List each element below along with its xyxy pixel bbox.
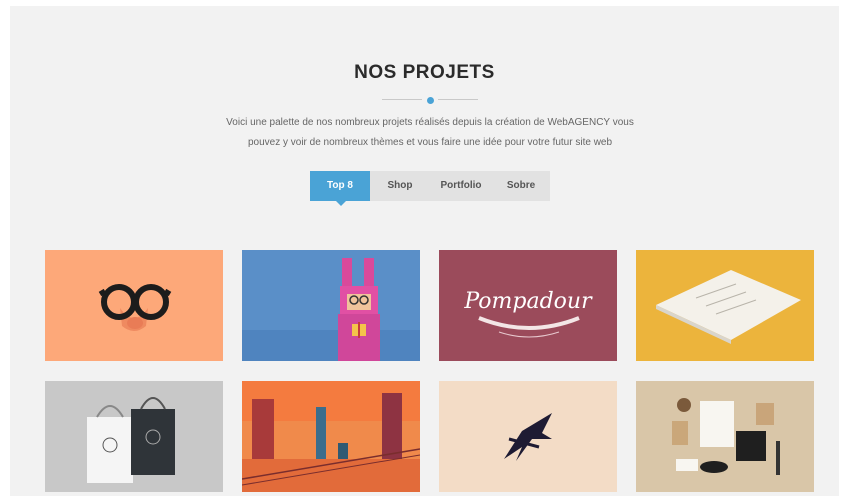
divider-dot-icon [427,97,434,104]
tab-portfolio[interactable]: Portfolio [430,171,492,201]
city-sunset-illustration-icon [242,381,420,492]
stationery-paper-mockup-icon [636,250,814,361]
description-line-1: Voici une palette de nos nombreux projet… [226,117,634,128]
pompadour-logo-text: Pompadour [463,289,593,314]
filter-tabs: Top 8 Shop Portfolio Sobre [310,171,550,206]
project-tile[interactable] [242,381,420,492]
shopping-bags-mockup-icon [45,381,223,492]
section-title: NOS PROJETS [354,62,495,83]
project-tile[interactable] [45,381,223,492]
pompadour-logo-icon: Pompadour [439,250,617,361]
project-tile[interactable] [636,381,814,492]
tab-top-8[interactable]: Top 8 [310,171,370,206]
description-line-2: pouvez y voir de nombreux thèmes et vous… [247,137,613,148]
tab-sobre[interactable]: Sobre [492,171,550,201]
project-tile[interactable] [439,381,617,492]
bird-logo-icon [439,381,617,492]
divider-line-right [438,99,478,100]
branding-stationery-flatlay-icon [636,381,814,492]
divider-line-left [382,99,422,100]
project-tile[interactable] [636,250,814,361]
project-tile[interactable] [242,250,420,361]
section-description: Voici une palette de nos nombreux projet… [210,113,650,153]
tab-shop[interactable]: Shop [370,171,430,201]
projects-section: NOS PROJETS Voici une palette de nos nom… [10,6,839,496]
title-divider [382,97,478,104]
glasses-nose-illustration-icon [45,250,223,361]
project-tile[interactable] [45,250,223,361]
pink-bunny-character-illustration-icon [242,250,420,361]
project-tile[interactable]: Pompadour [439,250,617,361]
